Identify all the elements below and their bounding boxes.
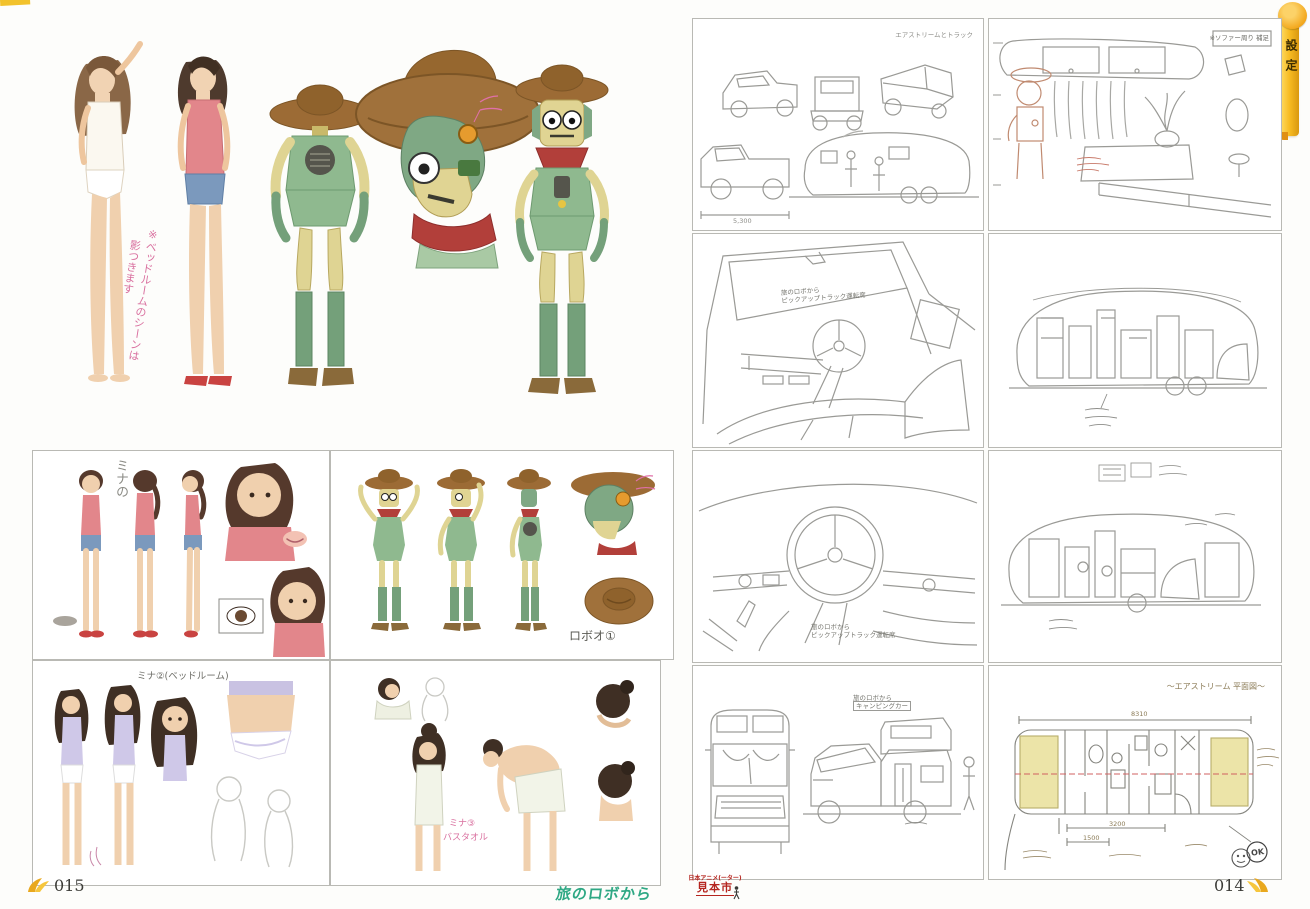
panel-label-mina-bedroom: ミナ②(ベッドルーム) [137, 671, 229, 683]
robot-head-closeup [356, 50, 540, 268]
panel-camper: 旅のロボから キャンピングカー [692, 665, 984, 880]
panel-dashboard: 旅のロボから ピックアップトラック運転席 [692, 450, 984, 663]
mina-turnaround-art [33, 451, 329, 659]
roboo-turnaround-art [331, 451, 673, 659]
dashboard-note: 旅のロボから ピックアップトラック運転席 [811, 623, 896, 639]
camper-sketch [693, 666, 983, 879]
truck-dimension: 5,300 [733, 217, 752, 225]
panel-mina-bedroom: ミナ②(ベッドルーム) [32, 660, 330, 886]
camper-note: 旅のロボから キャンピングカー [853, 694, 911, 710]
panel-truck-trailer: エアストリームとトラック 5,300 [692, 18, 984, 231]
panel-sofa-interior: ※ソファー周り 補足 [988, 18, 1282, 231]
panel-trailer-cutaway-a [988, 233, 1282, 448]
ok-stamp-text: OK [1251, 847, 1266, 858]
panel-mina-turnaround: ミナの [32, 450, 330, 660]
floorplan-title: 〜エアストリーム 平面図〜 [1167, 682, 1265, 692]
hat-top-view [585, 578, 653, 624]
leaf-icon-left [26, 877, 50, 893]
truck-trailer-sketch [693, 19, 983, 230]
panel-label-roboo: ロボオ① [569, 629, 616, 644]
walking-figure-icon [732, 886, 741, 900]
panel-label-mina: ミナの [111, 459, 130, 509]
animator-expo-logo: 日本アニメ(ーター) 見本市 [686, 876, 744, 899]
floorplan-sketch: OK 8310 3200 1500 [989, 666, 1281, 879]
trailer-cutaway-sketch-a [989, 234, 1281, 447]
right-page: エアストリームとトラック 5,300 ※ソファー周り 補足 [686, 0, 1286, 909]
panel-mina-bathtowel: ミナ③ バスタオル [330, 660, 661, 886]
camper-note-line2: キャンピングカー [853, 701, 911, 711]
panel-cab-interior: 旅のロボから ピックアップトラック運転席 [692, 233, 984, 448]
roboo-head-closeup [571, 472, 655, 555]
floorplan-dim-length: 8310 [1131, 710, 1148, 718]
dashboard-note-line1: 旅のロボから [811, 623, 850, 631]
dashboard-note-line2: ピックアップトラック運転席 [811, 631, 896, 639]
figure-woman-pink-tank [178, 56, 232, 386]
panel-floorplan: OK 8310 3200 1500 〜エアストリーム 平面図〜 [988, 665, 1282, 880]
left-page: ※ベッドルームのシーンは 影つきます [0, 0, 680, 909]
floorplan-dim-b: 1500 [1083, 834, 1100, 842]
mina-bedroom-art [33, 661, 329, 885]
sofa-note: ※ソファー周り 補足 [1209, 34, 1269, 42]
panel-label-mina-towel-1: ミナ③ [449, 819, 475, 830]
title-logo-green: 旅のロボから [555, 883, 654, 904]
panel-roboo-turnaround: ロボオ① [330, 450, 674, 660]
left-page-number: 015 [54, 876, 85, 895]
right-page-number: 014 [1214, 876, 1245, 895]
leaf-icon-right [1246, 877, 1270, 893]
figure-robot-back [270, 85, 370, 386]
book-spread-scan: { "tab": { "label": "設定" }, "left_page":… [0, 0, 1310, 909]
panel-label-mina-towel-2: バスタオル [443, 833, 488, 844]
cab-interior-sketch [693, 234, 983, 447]
hair-bun-studies [596, 680, 635, 821]
sofa-interior-sketch [989, 19, 1281, 230]
trailer-cutaway-sketch-b [989, 451, 1281, 662]
panel-trailer-cutaway-b [988, 450, 1282, 663]
mina-bathtowel-art [331, 661, 660, 885]
truck-note: エアストリームとトラック [895, 31, 973, 39]
floorplan-dim-a: 3200 [1109, 820, 1126, 828]
